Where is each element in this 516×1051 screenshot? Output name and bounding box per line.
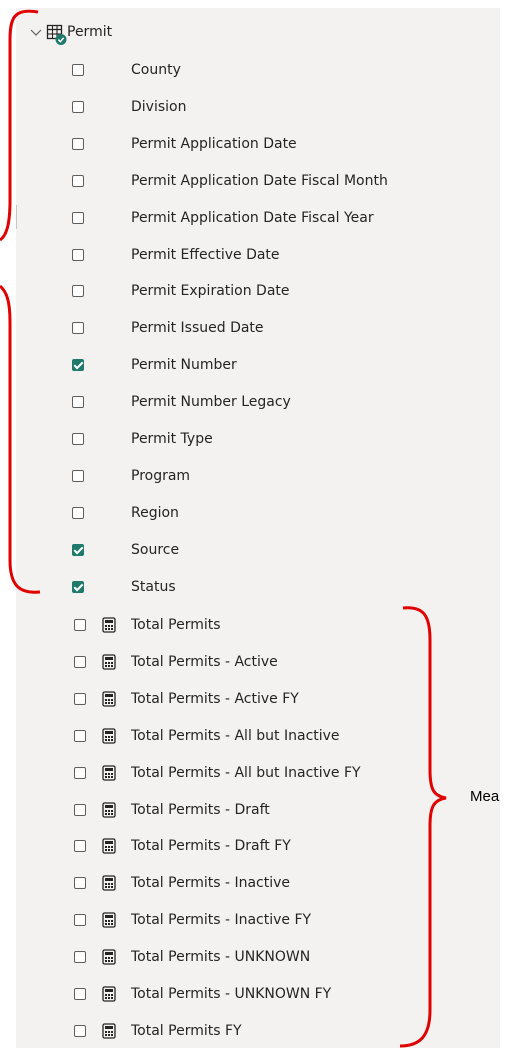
bracket-top-group [0,9,39,242]
bracket-measures-group [399,606,447,1048]
annotation-brackets [0,9,447,1048]
bracket-columns-group [0,284,41,594]
measures-annotation-label: Mea [470,788,500,805]
